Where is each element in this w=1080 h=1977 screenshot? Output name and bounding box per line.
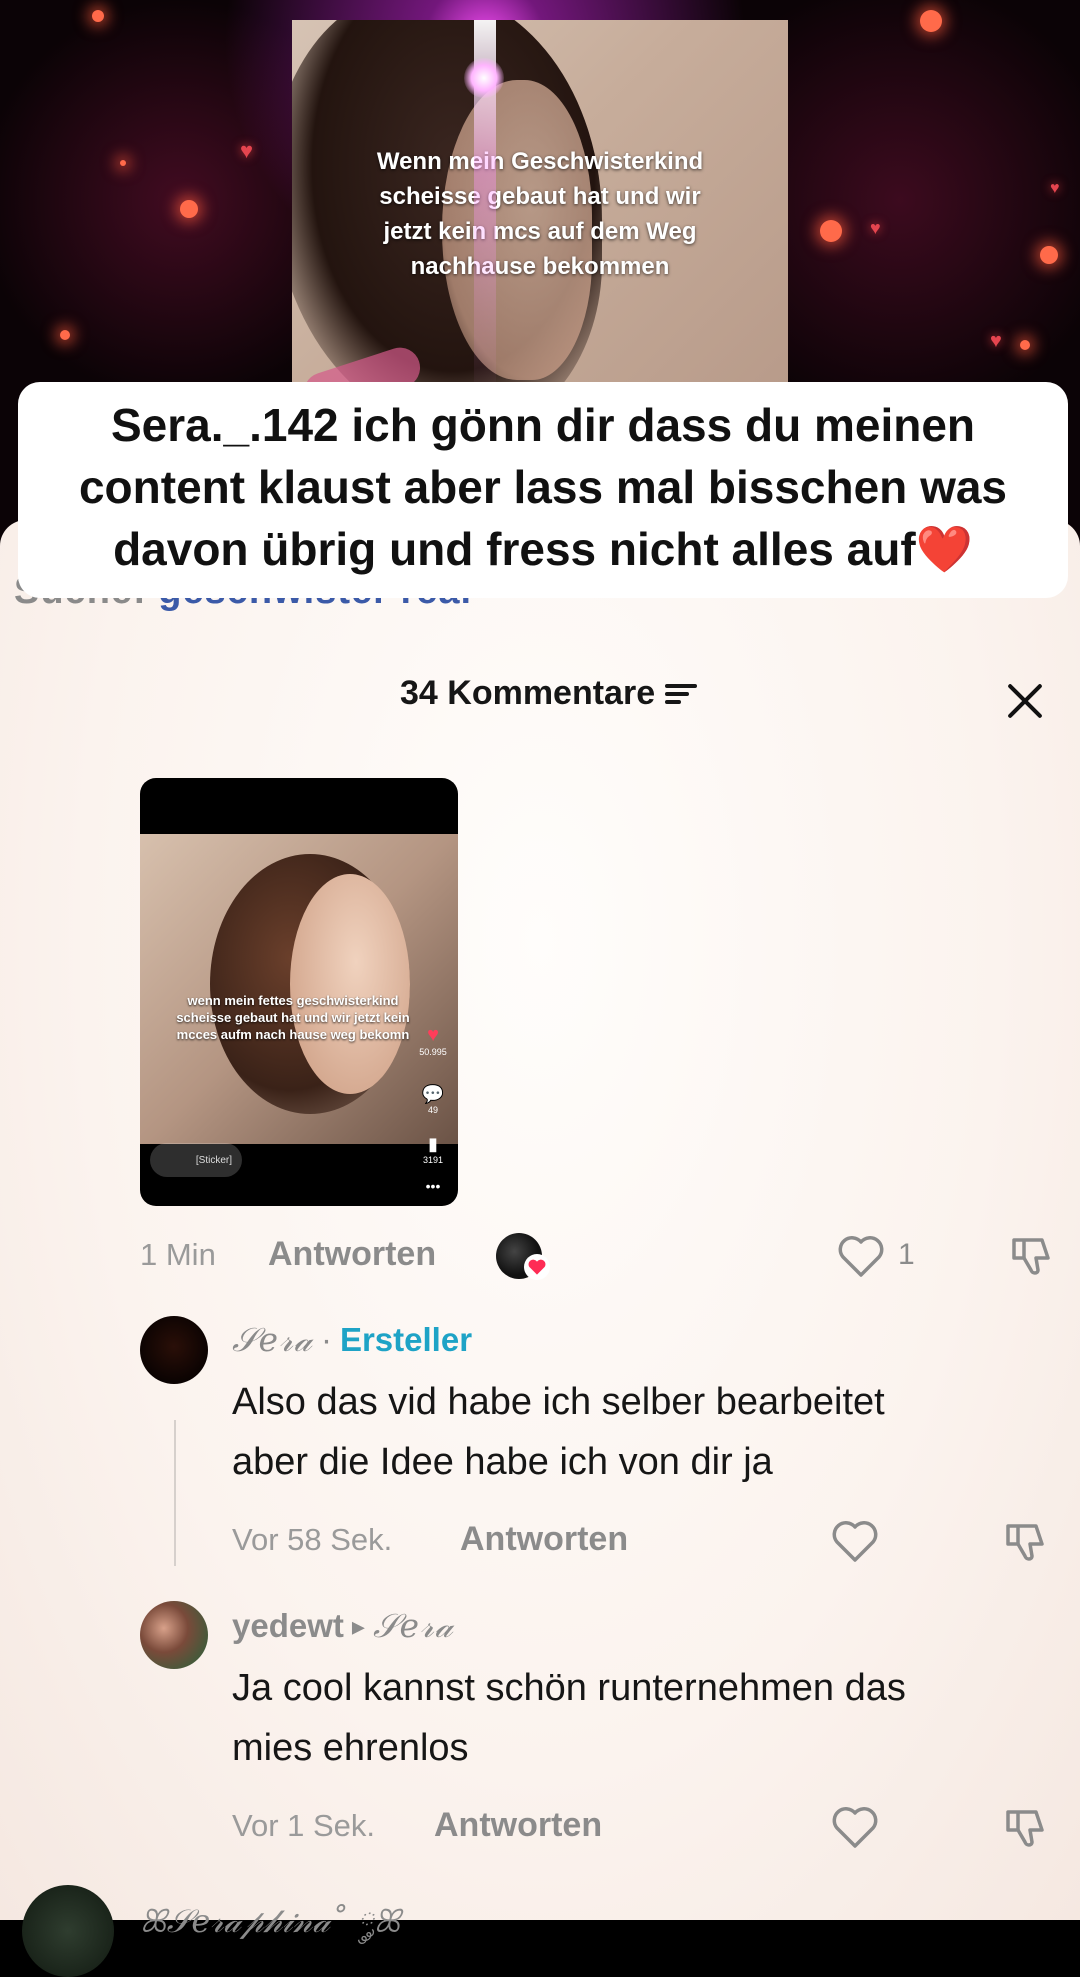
reply-author[interactable]: 𝒮𝑒𝓇𝒶 · Ersteller bbox=[232, 1320, 472, 1360]
like-heart-icon[interactable] bbox=[830, 1518, 880, 1564]
thread-line bbox=[174, 1420, 176, 1566]
reply-button[interactable]: Antworten bbox=[460, 1520, 628, 1559]
sticker-like-stat: ♥ 50.995 bbox=[418, 1024, 448, 1057]
reply-text: Ja cool kannst schön runternehmen das mi… bbox=[232, 1658, 906, 1778]
reply-reply[interactable]: Antworten bbox=[434, 1806, 602, 1845]
sticker-image[interactable]: wenn mein fettes geschwisterkind scheiss… bbox=[140, 778, 458, 1206]
sticker-comment-reply[interactable]: Antworten bbox=[268, 1235, 436, 1274]
separator: · bbox=[320, 1321, 332, 1358]
reply-to-username[interactable]: 𝒮𝑒𝓇𝒶 bbox=[373, 1606, 454, 1646]
bokeh-light bbox=[120, 160, 126, 166]
sticker-comment-stat: 💬 49 bbox=[418, 1084, 448, 1115]
reply-username[interactable]: yedewt bbox=[232, 1607, 344, 1645]
reply-meta: Vor 1 Sek. bbox=[232, 1808, 375, 1844]
video-caption: Wenn mein Geschwisterkind scheisse gebau… bbox=[312, 144, 768, 284]
sticker-chip: [Sticker] bbox=[150, 1143, 242, 1177]
creator-badge: Ersteller bbox=[339, 1321, 473, 1358]
floating-heart-icon: ♥ bbox=[1050, 180, 1060, 197]
sticker-chip-label: [Sticker] bbox=[195, 1154, 232, 1166]
video-caption-line: jetzt kein mcs auf dem Weg bbox=[383, 218, 697, 245]
floating-heart-icon: ♥ bbox=[990, 330, 1002, 352]
like-count: 1 bbox=[898, 1238, 915, 1271]
floating-heart-icon: ♥ bbox=[870, 218, 881, 238]
sort-icon[interactable] bbox=[665, 682, 698, 706]
sticker-comment-meta: 1 Min bbox=[140, 1237, 216, 1273]
bokeh-light bbox=[180, 200, 198, 218]
sticker-subject-face bbox=[290, 874, 410, 1094]
light-flare-dot bbox=[464, 58, 504, 98]
comment-time: 1 Min bbox=[140, 1237, 216, 1272]
sticker-save-count: 3191 bbox=[422, 1155, 444, 1165]
sticker-caption-line: mcces aufm nach hause weg bekomn bbox=[176, 1027, 410, 1042]
reply-banner-line: Sera._.142 ich gönn dir dass du meinen bbox=[110, 399, 976, 451]
reply-banner-line: davon übrig und fress nicht alles auf❤️ bbox=[113, 523, 973, 575]
sticker-like-count: 50.995 bbox=[419, 1047, 447, 1057]
comment-bubble-icon: 💬 bbox=[421, 1084, 445, 1104]
floating-heart-icon: ♥ bbox=[240, 138, 254, 163]
like-count-wrap: 1 bbox=[898, 1238, 915, 1272]
creator-liked-heart-icon bbox=[524, 1254, 550, 1280]
sticker-caption-line: scheisse gebaut hat und wir jetzt kein bbox=[176, 1010, 410, 1025]
video-caption-line: Wenn mein Geschwisterkind bbox=[376, 148, 704, 175]
avatar[interactable] bbox=[140, 1601, 208, 1669]
video-thumbnail[interactable]: Wenn mein Geschwisterkind scheisse gebau… bbox=[292, 20, 788, 390]
comment-username[interactable]: ꕤ𝒮𝑒𝓇𝒶𝓅𝒽𝒾𝓃𝒶˚ ༘ꕤ bbox=[140, 1886, 400, 1976]
sticker-save-stat: ▮ 3191 bbox=[418, 1134, 448, 1165]
reply-author[interactable]: yedewt ▸ 𝒮𝑒𝓇𝒶 bbox=[232, 1606, 454, 1646]
reply-meta: Vor 58 Sek. bbox=[232, 1522, 392, 1558]
reply-text-line: mies ehrenlos bbox=[232, 1727, 469, 1769]
thumbs-down-icon[interactable] bbox=[1006, 1230, 1056, 1280]
comment-time: Vor 58 Sek. bbox=[232, 1522, 393, 1557]
avatar[interactable] bbox=[140, 1316, 208, 1384]
reply-arrow-icon: ▸ bbox=[351, 1610, 365, 1641]
like-heart-icon[interactable] bbox=[830, 1804, 880, 1850]
comments-header: 34 Kommentare bbox=[400, 674, 698, 713]
more-icon: ••• bbox=[425, 1178, 441, 1194]
sticker-caption-line: wenn mein fettes geschwisterkind bbox=[187, 993, 399, 1008]
reply-text-line: Also das vid habe ich selber bearbeitet bbox=[232, 1381, 885, 1423]
like-heart-icon[interactable] bbox=[836, 1233, 886, 1279]
bokeh-light bbox=[92, 10, 104, 22]
reply-banner-line: content klaust aber lass mal bisschen wa… bbox=[78, 461, 1008, 513]
close-icon[interactable] bbox=[1005, 680, 1045, 720]
thumbs-down-icon[interactable] bbox=[1000, 1516, 1050, 1566]
thumbs-down-icon[interactable] bbox=[1000, 1802, 1050, 1852]
sticker-caption: wenn mein fettes geschwisterkind scheiss… bbox=[150, 992, 436, 1043]
reply-reply[interactable]: Antworten bbox=[460, 1520, 628, 1559]
reply-username[interactable]: 𝒮𝑒𝓇𝒶 bbox=[232, 1320, 313, 1360]
reply-to-comment-banner: Sera._.142 ich gönn dir dass du meinen c… bbox=[18, 382, 1068, 598]
bokeh-light bbox=[1020, 340, 1030, 350]
comments-count-title: 34 Kommentare bbox=[400, 674, 656, 712]
video-caption-line: scheisse gebaut hat und wir bbox=[379, 183, 701, 210]
video-caption-line: nachhause bekommen bbox=[410, 253, 670, 280]
reply-button[interactable]: Antworten bbox=[268, 1235, 436, 1274]
bokeh-light bbox=[820, 220, 842, 242]
reply-button[interactable]: Antworten bbox=[434, 1806, 602, 1845]
sticker-video-frame: wenn mein fettes geschwisterkind scheiss… bbox=[140, 834, 458, 1144]
bokeh-light bbox=[60, 330, 70, 340]
bokeh-light bbox=[1040, 246, 1058, 264]
reply-text: Also das vid habe ich selber bearbeitet … bbox=[232, 1372, 885, 1492]
bokeh-light bbox=[920, 10, 942, 32]
reply-text-line: aber die Idee habe ich von dir ja bbox=[232, 1441, 773, 1483]
avatar[interactable] bbox=[22, 1885, 114, 1977]
sticker-comment-count: 49 bbox=[427, 1105, 438, 1115]
reply-text-line: Ja cool kannst schön runternehmen das bbox=[232, 1667, 906, 1709]
heart-icon: ♥ bbox=[427, 1024, 439, 1046]
bookmark-icon: ▮ bbox=[428, 1134, 438, 1154]
comment-time: Vor 1 Sek. bbox=[232, 1808, 376, 1843]
